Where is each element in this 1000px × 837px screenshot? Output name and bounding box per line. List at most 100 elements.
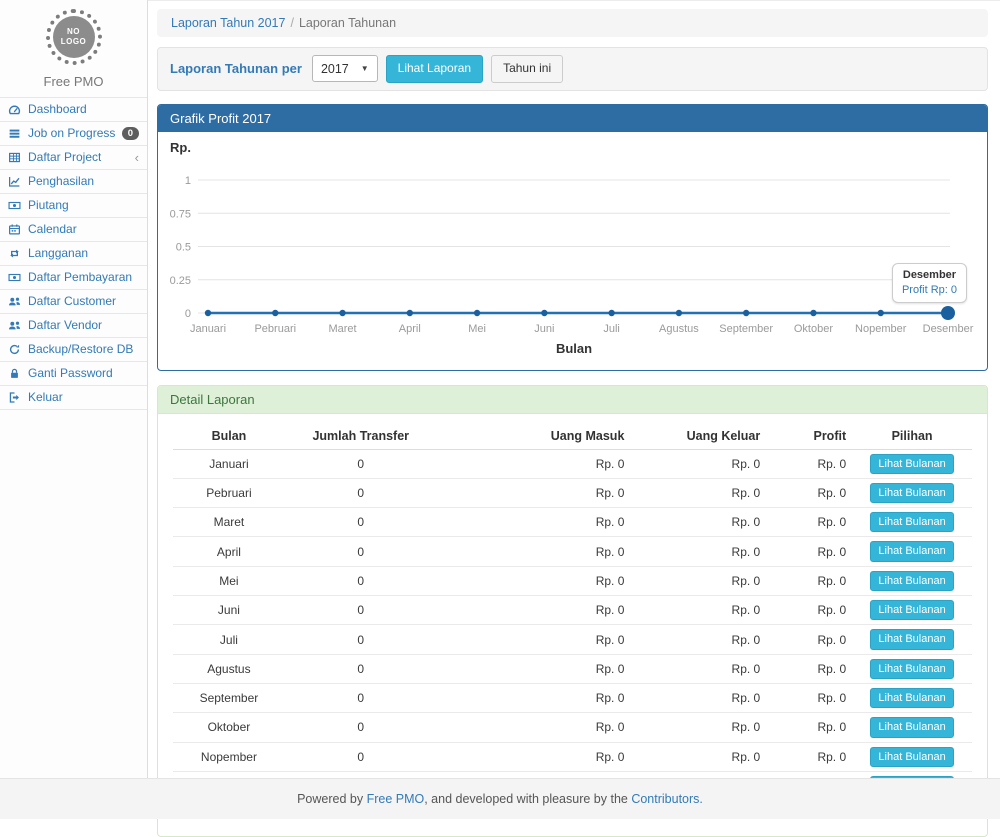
lihat-bulanan-button[interactable]: Lihat Bulanan — [870, 629, 953, 649]
cell-jumlah_transfer: 0 — [285, 683, 437, 712]
lihat-bulanan-button[interactable]: Lihat Bulanan — [870, 571, 953, 591]
table-row: Agustus0Rp. 0Rp. 0Rp. 0Lihat Bulanan — [173, 654, 972, 683]
data-point[interactable] — [941, 306, 955, 320]
data-point[interactable] — [541, 309, 547, 315]
tooltip-value: Profit Rp: 0 — [902, 284, 957, 296]
logo-text-line1: NO — [67, 27, 80, 37]
x-tick-label: Januari — [190, 323, 226, 335]
x-tick-label: April — [399, 323, 421, 335]
data-point[interactable] — [474, 309, 480, 315]
cell-uang_masuk: Rp. 0 — [437, 742, 637, 771]
calendar-icon — [8, 223, 22, 236]
lihat-bulanan-button[interactable]: Lihat Bulanan — [870, 512, 953, 532]
chevron-down-icon: ▼ — [361, 64, 369, 73]
sidebar-item-ganti-password[interactable]: Ganti Password — [0, 362, 147, 386]
cell-bulan: September — [173, 683, 285, 712]
sidebar-item-langganan[interactable]: Langganan — [0, 242, 147, 266]
sidebar-item-daftar-pembayaran[interactable]: Daftar Pembayaran — [0, 266, 147, 290]
sidebar-item-daftar-project[interactable]: Daftar Project‹ — [0, 146, 147, 170]
brand-name: Free PMO — [44, 74, 104, 89]
chart-body: 10.750.50.250Rp.JanuariPebruariMaretApri… — [158, 132, 987, 370]
lihat-bulanan-button[interactable]: Lihat Bulanan — [870, 483, 953, 503]
year-select[interactable]: 2017 ▼ — [312, 55, 378, 82]
column-header: Uang Masuk — [437, 423, 637, 450]
sidebar-item-keluar[interactable]: Keluar — [0, 386, 147, 410]
detail-panel-title: Detail Laporan — [158, 386, 987, 414]
data-point[interactable] — [878, 309, 884, 315]
cell-uang_masuk: Rp. 0 — [437, 713, 637, 742]
x-tick-label: Juni — [534, 323, 554, 335]
data-point[interactable] — [743, 309, 749, 315]
x-tick-label: Maret — [328, 323, 356, 335]
sidebar-menu: DashboardJob on Progress0Daftar Project‹… — [0, 97, 147, 410]
cell-uang_keluar: Rp. 0 — [636, 566, 772, 595]
breadcrumb: Laporan Tahun 2017/Laporan Tahunan — [157, 9, 988, 37]
cell-uang_masuk: Rp. 0 — [437, 478, 637, 507]
y-tick-label: 1 — [185, 175, 191, 187]
x-tick-label: Nopember — [855, 323, 907, 335]
data-point[interactable] — [676, 309, 682, 315]
count-badge: 0 — [122, 127, 139, 141]
data-point[interactable] — [810, 309, 816, 315]
lihat-bulanan-button[interactable]: Lihat Bulanan — [870, 717, 953, 737]
data-point[interactable] — [205, 309, 211, 315]
lihat-laporan-button[interactable]: Lihat Laporan — [386, 55, 483, 83]
column-header: Pilihan — [852, 423, 972, 450]
x-tick-label: Oktober — [794, 323, 833, 335]
lihat-bulanan-button[interactable]: Lihat Bulanan — [870, 747, 953, 767]
users-icon — [8, 295, 22, 308]
sidebar-item-label: Backup/Restore DB — [28, 342, 133, 357]
x-tick-label: Pebruari — [254, 323, 296, 335]
cell-uang_keluar: Rp. 0 — [636, 537, 772, 566]
lihat-bulanan-button[interactable]: Lihat Bulanan — [870, 688, 953, 708]
lihat-bulanan-button[interactable]: Lihat Bulanan — [870, 659, 953, 679]
cell-uang_masuk: Rp. 0 — [437, 449, 637, 478]
cell-uang_keluar: Rp. 0 — [636, 449, 772, 478]
cell-bulan: Juli — [173, 625, 285, 654]
sidebar-item-daftar-vendor[interactable]: Daftar Vendor — [0, 314, 147, 338]
cell-pilihan: Lihat Bulanan — [852, 478, 972, 507]
sidebar-item-penghasilan[interactable]: Penghasilan — [0, 170, 147, 194]
cell-uang_keluar: Rp. 0 — [636, 508, 772, 537]
tahun-ini-button[interactable]: Tahun ini — [491, 55, 563, 83]
cell-jumlah_transfer: 0 — [285, 742, 437, 771]
cell-bulan: Agustus — [173, 654, 285, 683]
sidebar-item-dashboard[interactable]: Dashboard — [0, 98, 147, 122]
y-axis-title: Rp. — [170, 140, 191, 155]
money-icon — [8, 199, 22, 212]
detail-panel-body: BulanJumlah TransferUang MasukUang Kelua… — [158, 414, 987, 837]
data-point[interactable] — [608, 309, 614, 315]
cell-pilihan: Lihat Bulanan — [852, 625, 972, 654]
sidebar-item-piutang[interactable]: Piutang — [0, 194, 147, 218]
data-point[interactable] — [339, 309, 345, 315]
table-header-row: BulanJumlah TransferUang MasukUang Kelua… — [173, 423, 972, 450]
free-pmo-link[interactable]: Free PMO — [367, 792, 425, 806]
sidebar-item-label: Penghasilan — [28, 174, 94, 189]
signout-icon — [8, 391, 22, 404]
cell-profit: Rp. 0 — [772, 449, 852, 478]
cell-uang_keluar: Rp. 0 — [636, 625, 772, 654]
sidebar-item-job-on-progress[interactable]: Job on Progress0 — [0, 122, 147, 146]
table-row: Nopember0Rp. 0Rp. 0Rp. 0Lihat Bulanan — [173, 742, 972, 771]
lihat-bulanan-button[interactable]: Lihat Bulanan — [870, 600, 953, 620]
sidebar-item-daftar-customer[interactable]: Daftar Customer — [0, 290, 147, 314]
data-point[interactable] — [272, 309, 278, 315]
table-icon — [8, 151, 22, 164]
lihat-bulanan-button[interactable]: Lihat Bulanan — [870, 454, 953, 474]
data-point[interactable] — [407, 309, 413, 315]
x-axis-title: Bulan — [556, 341, 592, 356]
money-icon — [8, 271, 22, 284]
sidebar-item-backup-restore-db[interactable]: Backup/Restore DB — [0, 338, 147, 362]
lihat-bulanan-button[interactable]: Lihat Bulanan — [870, 541, 953, 561]
cell-jumlah_transfer: 0 — [285, 537, 437, 566]
cell-profit: Rp. 0 — [772, 596, 852, 625]
cell-uang_keluar: Rp. 0 — [636, 478, 772, 507]
sidebar-item-label: Daftar Project — [28, 150, 101, 165]
sidebar-item-calendar[interactable]: Calendar — [0, 218, 147, 242]
breadcrumb-link-laporan-tahun[interactable]: Laporan Tahun 2017 — [171, 16, 285, 30]
contributors-link[interactable]: Contributors. — [631, 792, 703, 806]
sidebar-item-label: Daftar Pembayaran — [28, 270, 132, 285]
cell-profit: Rp. 0 — [772, 742, 852, 771]
y-tick-label: 0.25 — [170, 274, 191, 286]
cell-profit: Rp. 0 — [772, 566, 852, 595]
